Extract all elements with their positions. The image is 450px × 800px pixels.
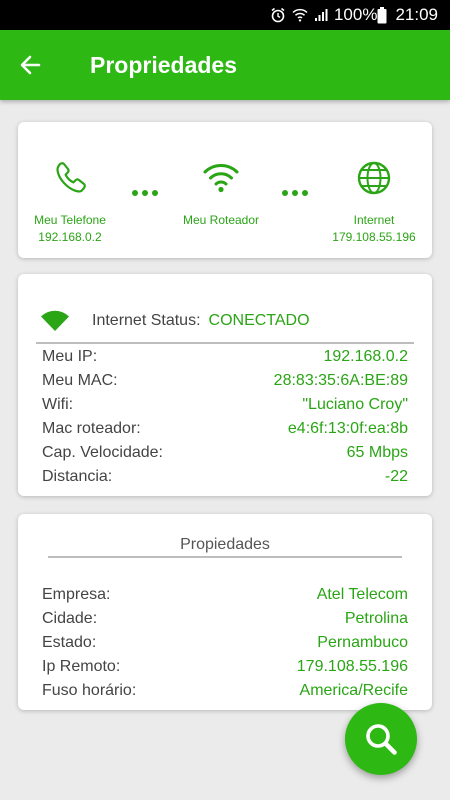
property-row: Cidade: Petrolina: [42, 607, 408, 631]
internet-status-value: CONECTADO: [208, 312, 310, 329]
internet-status-label: Internet Status:: [92, 312, 201, 329]
detail-row: Mac roteador: e4:6f:13:0f:ea:8b: [42, 417, 408, 441]
property-row: Empresa: Atel Telecom: [42, 583, 408, 607]
property-key: Cidade:: [42, 610, 98, 627]
property-value: Pernambuco: [317, 634, 408, 651]
router-label: Meu Roteador: [182, 213, 260, 227]
connection-card: Internet Status: CONECTADO Meu IP: 192.1…: [18, 274, 432, 496]
arrow-left-icon: [20, 55, 41, 75]
internet-status-row: Internet Status: CONECTADO: [40, 310, 410, 332]
detail-value: 28:83:35:6A:BE:89: [273, 372, 408, 389]
wifi-signal-icon: [41, 310, 69, 331]
detail-key: Wifi:: [42, 396, 74, 413]
router-node[interactable]: Meu Roteador: [161, 158, 281, 229]
property-key: Estado:: [42, 634, 97, 651]
detail-value: e4:6f:13:0f:ea:8b: [287, 420, 408, 437]
detail-value: 65 Mbps: [346, 444, 408, 461]
detail-key: Cap. Velocidade:: [42, 444, 163, 461]
property-value: America/Recife: [299, 682, 408, 699]
signal-icon: [314, 8, 328, 22]
property-value: Atel Telecom: [316, 586, 408, 603]
detail-value: "Luciano Croy": [302, 396, 408, 413]
properties-card: Propiedades Empresa: Atel Telecom Cidade…: [18, 514, 432, 710]
section-title: Propiedades: [180, 536, 270, 553]
globe-icon: [357, 161, 391, 195]
phone-ip: 192.168.0.2: [38, 230, 102, 244]
detail-value: 192.168.0.2: [323, 348, 408, 365]
detail-row: Meu MAC: 28:83:35:6A:BE:89: [42, 369, 408, 393]
detail-row: Distancia: -22: [42, 465, 408, 489]
connection-dots: [282, 190, 308, 196]
detail-key: Meu IP:: [42, 348, 98, 365]
property-row: Ip Remoto: 179.108.55.196: [42, 655, 408, 679]
property-value: 179.108.55.196: [296, 658, 408, 675]
property-row: Estado: Pernambuco: [42, 631, 408, 655]
phone-icon: [56, 162, 86, 193]
wifi-icon: [203, 164, 239, 193]
property-key: Empresa:: [42, 586, 111, 603]
network-path-card: Meu Telefone 192.168.0.2 Meu Roteador In…: [18, 122, 432, 258]
detail-row: Wifi: "Luciano Croy": [42, 393, 408, 417]
phone-node[interactable]: Meu Telefone 192.168.0.2: [10, 158, 130, 246]
detail-key: Meu MAC:: [42, 372, 118, 389]
page-title: Propriedades: [90, 51, 237, 78]
detail-key: Distancia:: [42, 468, 113, 485]
detail-row: Meu IP: 192.168.0.2: [42, 345, 408, 369]
detail-row: Cap. Velocidade: 65 Mbps: [42, 441, 408, 465]
internet-label: Internet: [353, 213, 395, 227]
property-key: Fuso horário:: [42, 682, 137, 699]
internet-node[interactable]: Internet 179.108.55.196: [314, 158, 434, 246]
connection-dots: [132, 190, 158, 196]
battery-percent: 100%: [333, 5, 378, 24]
property-value: Petrolina: [344, 610, 408, 627]
status-bar: 100% 21:09: [0, 0, 450, 30]
divider: [48, 556, 402, 558]
search-button[interactable]: [345, 703, 417, 775]
detail-key: Mac roteador:: [42, 420, 141, 437]
clock: 21:09: [395, 5, 438, 24]
internet-ip: 179.108.55.196: [332, 230, 416, 244]
phone-label: Meu Telefone: [34, 213, 106, 227]
property-key: Ip Remoto:: [42, 658, 121, 675]
property-row: Fuso horário: America/Recife: [42, 679, 408, 703]
back-button[interactable]: [0, 30, 60, 100]
search-icon: [366, 724, 397, 755]
alarm-icon: [270, 7, 286, 23]
battery-icon: [377, 6, 387, 24]
divider: [36, 342, 414, 344]
app-bar: Propriedades: [0, 30, 450, 100]
detail-value: -22: [384, 468, 408, 485]
wifi-status-icon: [292, 8, 308, 22]
